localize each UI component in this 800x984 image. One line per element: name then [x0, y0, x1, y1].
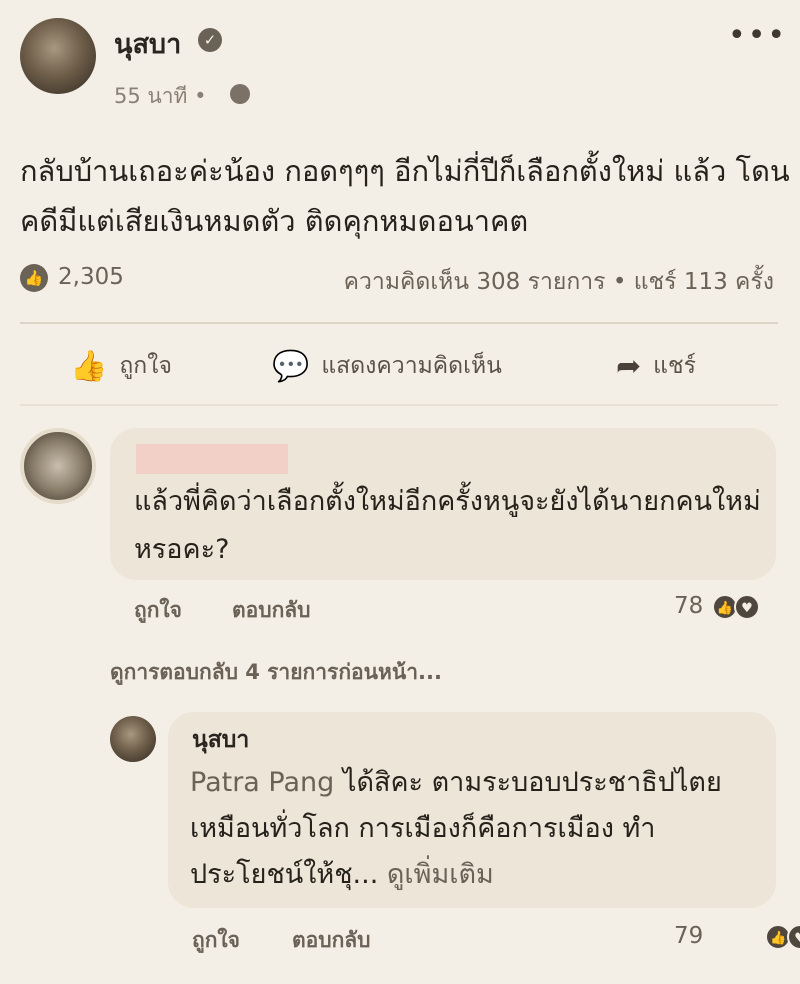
commenter-avatar[interactable] — [20, 428, 96, 504]
globe-icon — [230, 84, 250, 104]
share-button-label: แชร์ — [653, 353, 696, 379]
post-timestamp[interactable]: 55 นาที • — [114, 80, 206, 113]
comment-reactions[interactable]: 👍 ♥ — [712, 594, 760, 620]
like-button[interactable]: 👍 ถูกใจ — [70, 346, 172, 386]
like-button-label: ถูกใจ — [119, 353, 172, 379]
love-reaction-icon: ♥ — [787, 924, 800, 950]
comment-reply-link[interactable]: ตอบกลับ — [232, 594, 311, 627]
comment-reaction-count[interactable]: 78 — [674, 593, 703, 619]
reply-reaction-count[interactable]: 79 — [674, 923, 703, 949]
speech-bubble-icon: 💬 — [272, 348, 310, 384]
post-body-text: กลับบ้านเถอะค่ะน้อง กอดๆๆๆ อีกไม่กี่ปีก็… — [20, 154, 790, 238]
verified-check-icon: ✓ — [198, 28, 222, 52]
divider — [20, 322, 778, 324]
comment-text: แล้วพี่คิดว่าเลือกตั้งใหม่อีกครั้งหนูจะย… — [134, 486, 761, 565]
author-avatar[interactable] — [20, 18, 96, 94]
redacted-commenter-name — [136, 444, 288, 474]
reply-reactions[interactable]: 👍 ♥ — [765, 924, 800, 950]
view-previous-replies-link[interactable]: ดูการตอบกลับ 4 รายการก่อนหน้า... — [110, 656, 442, 689]
reply-author-name[interactable]: นุสบา — [192, 722, 249, 758]
reaction-count[interactable]: 2,305 — [58, 264, 124, 290]
love-reaction-icon: ♥ — [734, 594, 760, 620]
comment-like-link[interactable]: ถูกใจ — [134, 594, 182, 627]
reply-like-link[interactable]: ถูกใจ — [192, 924, 240, 957]
more-horizontal-icon[interactable]: ••• — [728, 18, 787, 53]
reply-text: Patra Pang ได้สิคะ ตามระบอบประชาธิปไตย เ… — [190, 760, 760, 898]
post-author-name[interactable]: นุสบา — [114, 22, 181, 65]
divider — [20, 404, 778, 406]
see-more-link[interactable]: ดูเพิ่มเติม — [378, 859, 494, 890]
comment-share-stats[interactable]: ความคิดเห็น 308 รายการ • แชร์ 113 ครั้ง — [344, 264, 774, 300]
comment-button[interactable]: 💬 แสดงความคิดเห็น — [272, 346, 502, 386]
thumbs-up-icon: 👍 — [20, 264, 48, 292]
thumbs-up-icon: 👍 — [70, 348, 108, 384]
reply-reply-link[interactable]: ตอบกลับ — [292, 924, 371, 957]
reply-author-avatar[interactable] — [110, 716, 156, 762]
comment-button-label: แสดงความคิดเห็น — [321, 353, 502, 379]
mention-link[interactable]: Patra Pang — [190, 767, 334, 798]
share-arrow-icon: ➦ — [616, 348, 642, 384]
share-button[interactable]: ➦ แชร์ — [616, 346, 696, 386]
